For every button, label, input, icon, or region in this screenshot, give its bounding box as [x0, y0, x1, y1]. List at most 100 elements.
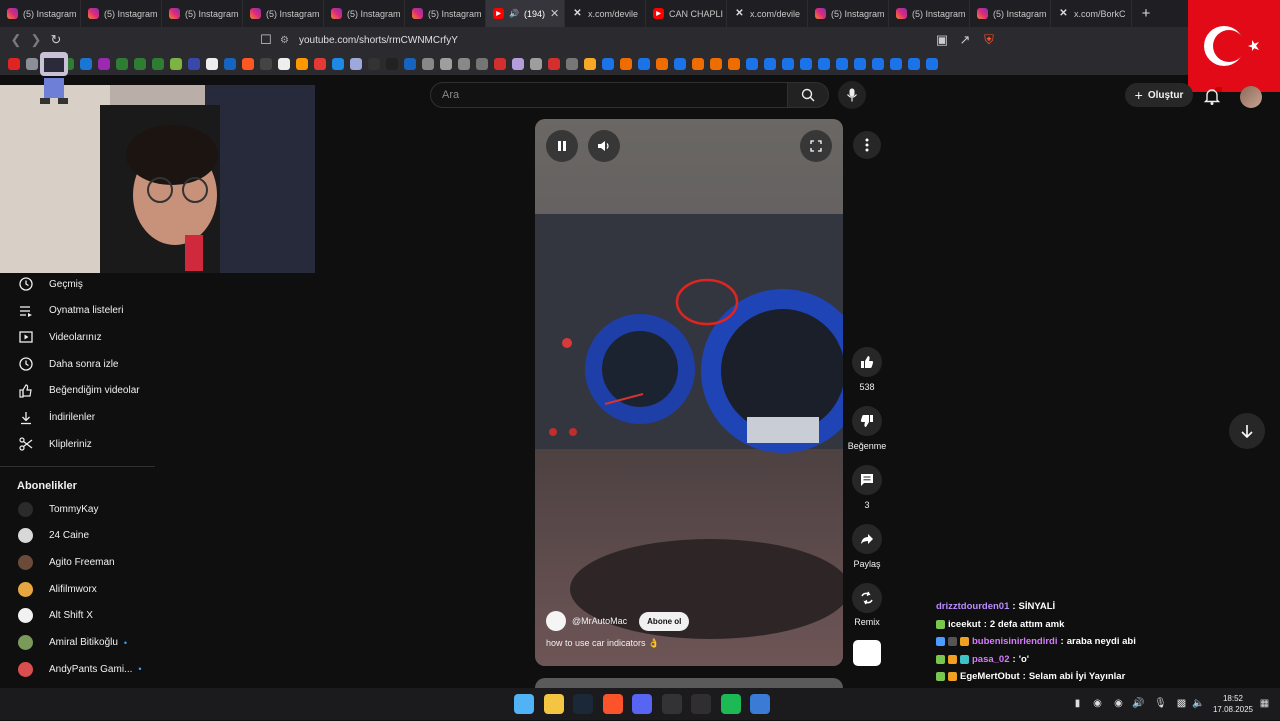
subscription-item[interactable]: AndyPants Gami... • [0, 656, 155, 682]
bookmark-favicon-icon[interactable] [710, 58, 722, 70]
bookmark-favicon-icon[interactable] [620, 58, 632, 70]
sidebar-item[interactable]: Daha sonra izle [0, 351, 155, 377]
account-avatar[interactable] [1240, 86, 1262, 108]
browser-tab[interactable]: ▶ 🔊 (194) ✕ [486, 0, 565, 27]
bookmark-favicon-icon[interactable] [602, 58, 614, 70]
bookmark-favicon-icon[interactable] [800, 58, 812, 70]
tray-volume-icon[interactable]: 🔊 [1132, 698, 1144, 709]
bookmark-favicon-icon[interactable] [80, 58, 92, 70]
browser-tab[interactable]: ✕ x.com/BorkC [1051, 0, 1132, 27]
bookmark-favicon-icon[interactable] [422, 58, 434, 70]
steam-icon[interactable] [573, 694, 593, 714]
sidebar-item[interactable]: Geçmiş [0, 271, 155, 297]
pause-button[interactable] [546, 130, 578, 162]
tray-network-icon[interactable]: ▩ [1176, 698, 1187, 709]
browser-tab[interactable]: (5) Instagram [889, 0, 970, 27]
sidebar-item[interactable]: Videolarınız [0, 324, 155, 350]
bookmark-favicon-icon[interactable] [8, 58, 20, 70]
shorts-video-player[interactable] [535, 119, 843, 666]
bookmark-favicon-icon[interactable] [494, 58, 506, 70]
create-button[interactable]: + Oluştur [1125, 83, 1193, 107]
brave-icon[interactable] [602, 694, 623, 714]
bookmark-favicon-icon[interactable] [638, 58, 650, 70]
like-button[interactable] [852, 347, 882, 377]
bookmark-favicon-icon[interactable] [98, 58, 110, 70]
reload-icon[interactable]: ↻ [48, 32, 64, 48]
subscription-item[interactable]: 24 Caine [0, 523, 155, 549]
bookmark-favicon-icon[interactable] [908, 58, 920, 70]
browser-tab[interactable]: (5) Instagram [0, 0, 81, 27]
sidebar-item[interactable]: Beğendiğim videolar [0, 378, 155, 404]
site-info-icon[interactable]: ⚙ [280, 35, 289, 46]
bookmark-favicon-icon[interactable] [224, 58, 236, 70]
back-icon[interactable]: ❮ [8, 32, 24, 48]
url-text[interactable]: youtube.com/shorts/rmCWNMCrfyY [299, 35, 458, 46]
bookmark-favicon-icon[interactable] [116, 58, 128, 70]
obs-icon[interactable] [691, 694, 711, 714]
discord-icon[interactable] [632, 694, 652, 714]
app-icon[interactable] [750, 694, 770, 714]
bookmark-favicon-icon[interactable] [368, 58, 380, 70]
bookmark-favicon-icon[interactable] [656, 58, 668, 70]
browser-tab[interactable]: ▶ CAN CHAPLI [646, 0, 727, 27]
subscription-item[interactable]: Amiral Bitikoğlu • [0, 630, 155, 656]
next-video-button[interactable] [1229, 413, 1265, 449]
notifications-bell-icon[interactable] [1202, 86, 1224, 106]
bookmark-favicon-icon[interactable] [404, 58, 416, 70]
remix-button[interactable] [852, 583, 882, 613]
bookmark-favicon-icon[interactable] [746, 58, 758, 70]
tray-battery-icon[interactable]: ▮ [1072, 698, 1083, 709]
bookmark-favicon-icon[interactable] [548, 58, 560, 70]
tray-app-icon[interactable]: ◉ [1092, 698, 1103, 709]
dislike-button[interactable] [852, 406, 882, 436]
tray-mic-icon[interactable]: 🎙 [1154, 698, 1167, 709]
bookmark-favicon-icon[interactable] [854, 58, 866, 70]
subscription-item[interactable]: Alifilmworx [0, 576, 155, 602]
audio-source-thumbnail[interactable] [853, 640, 881, 666]
address-bar[interactable]: ⚙ youtube.com/shorts/rmCWNMCrfyY [280, 30, 1000, 50]
forward-icon[interactable]: ❯ [28, 32, 44, 48]
bookmark-favicon-icon[interactable] [764, 58, 776, 70]
volume-button[interactable] [588, 130, 620, 162]
notification-center-icon[interactable]: ▦ [1259, 698, 1270, 709]
bookmark-favicon-icon[interactable] [458, 58, 470, 70]
bookmark-favicon-icon[interactable] [134, 58, 146, 70]
share-icon[interactable]: ↗ [957, 32, 973, 48]
browser-tab[interactable]: (5) Instagram [81, 0, 162, 27]
bookmark-favicon-icon[interactable] [674, 58, 686, 70]
bookmark-favicon-icon[interactable] [926, 58, 938, 70]
browser-tab[interactable]: ✕ x.com/devile [565, 0, 646, 27]
video-title[interactable]: how to use car indicators 👌 [546, 638, 659, 649]
share-button[interactable] [852, 524, 882, 554]
bookmark-favicon-icon[interactable] [512, 58, 524, 70]
channel-avatar[interactable] [546, 611, 566, 631]
bookmark-favicon-icon[interactable] [260, 58, 272, 70]
browser-tab[interactable]: (5) Instagram [243, 0, 324, 27]
bookmark-favicon-icon[interactable] [296, 58, 308, 70]
sidebar-item[interactable]: İndirilenler [0, 405, 155, 431]
bookmark-favicon-icon[interactable] [872, 58, 884, 70]
bookmark-favicon-icon[interactable] [242, 58, 254, 70]
browser-tab[interactable]: (5) Instagram [970, 0, 1051, 27]
browser-tab[interactable]: (5) Instagram [162, 0, 243, 27]
bookmark-favicon-icon[interactable] [350, 58, 362, 70]
bookmark-favicon-icon[interactable] [278, 58, 290, 70]
browser-tab[interactable]: (5) Instagram [405, 0, 486, 27]
bookmark-favicon-icon[interactable] [692, 58, 704, 70]
spotify-icon[interactable] [720, 694, 741, 714]
sidebar-item[interactable]: Oynatma listeleri [0, 298, 155, 324]
browser-tab[interactable]: (5) Instagram [808, 0, 889, 27]
bookmark-favicon-icon[interactable] [818, 58, 830, 70]
tray-steam-icon[interactable]: ◉ [1113, 698, 1124, 709]
bookmark-favicon-icon[interactable] [152, 58, 164, 70]
voice-search-button[interactable] [838, 81, 866, 109]
bookmark-favicon-icon[interactable] [206, 58, 218, 70]
brave-shield-icon[interactable]: ⛨ [981, 32, 997, 48]
subscribe-button[interactable]: Abone ol [639, 611, 690, 631]
bookmark-favicon-icon[interactable] [890, 58, 902, 70]
windows-start-icon[interactable] [514, 694, 534, 714]
bookmark-favicon-icon[interactable] [728, 58, 740, 70]
browser-tab[interactable]: (5) Instagram [324, 0, 405, 27]
taskbar-clock[interactable]: 18:52 17.08.2025 [1212, 693, 1254, 715]
bookmark-favicon-icon[interactable] [782, 58, 794, 70]
